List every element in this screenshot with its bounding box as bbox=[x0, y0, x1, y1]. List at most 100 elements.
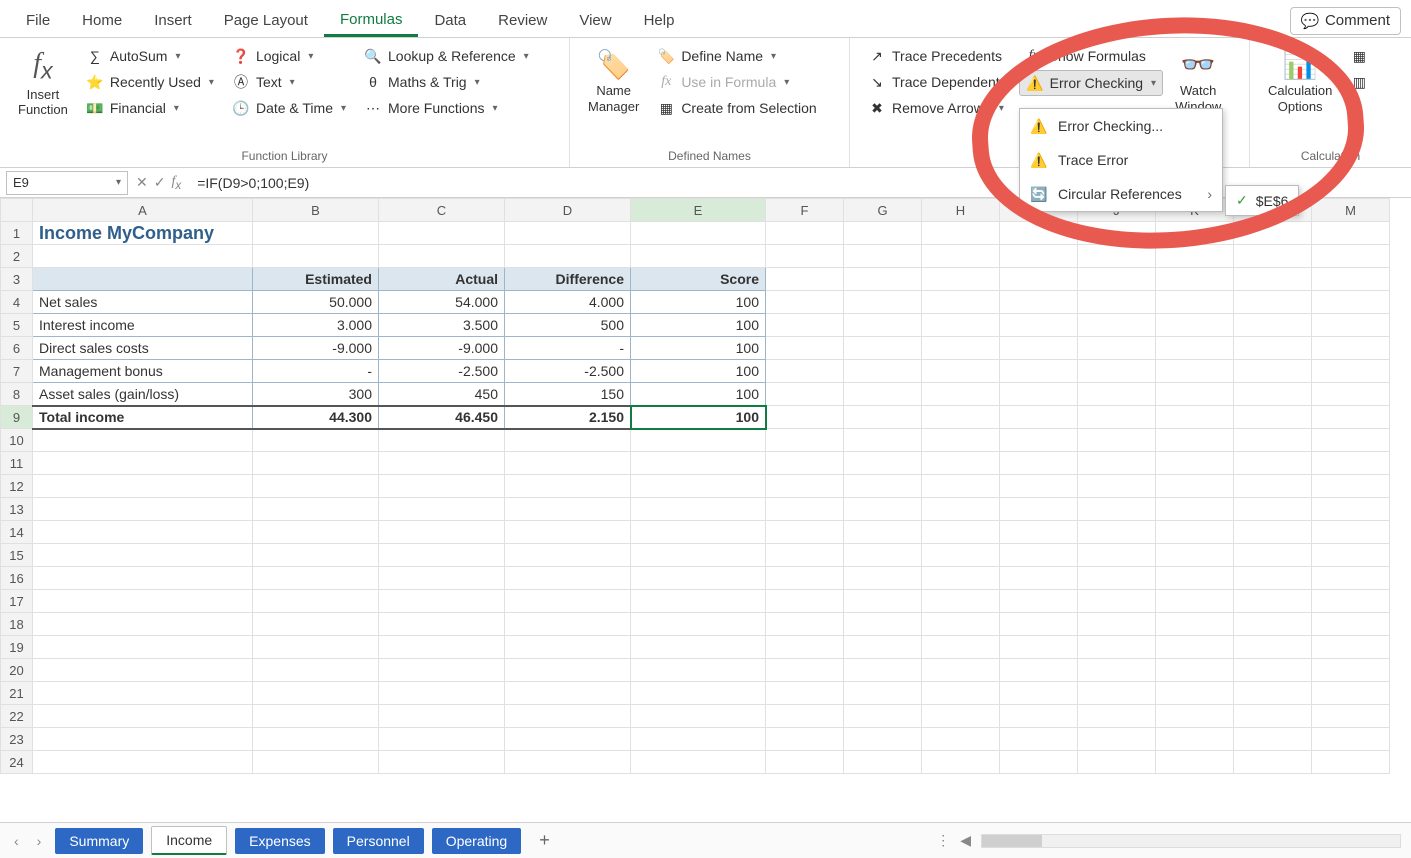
define-name-button[interactable]: 🏷️Define Name▾ bbox=[651, 44, 822, 68]
cell[interactable]: -2.500 bbox=[505, 360, 631, 383]
tab-insert[interactable]: Insert bbox=[138, 6, 208, 35]
col-header-F[interactable]: F bbox=[766, 199, 844, 222]
sheet-tab-personnel[interactable]: Personnel bbox=[333, 828, 424, 854]
sheet-nav-prev[interactable]: ‹ bbox=[10, 833, 23, 849]
tab-page-layout[interactable]: Page Layout bbox=[208, 6, 324, 35]
col-header-B[interactable]: B bbox=[253, 199, 379, 222]
calculation-options-button[interactable]: 📊 Calculation Options bbox=[1262, 44, 1338, 118]
cell[interactable]: 100 bbox=[631, 337, 766, 360]
cancel-icon[interactable]: ✕ bbox=[136, 174, 148, 191]
name-box[interactable]: E9 ▾ bbox=[6, 171, 128, 195]
menu-circular-references[interactable]: 🔄Circular References› bbox=[1020, 177, 1222, 211]
col-header-A[interactable]: A bbox=[33, 199, 253, 222]
row-header[interactable]: 12 bbox=[1, 475, 33, 498]
cell[interactable]: - bbox=[505, 337, 631, 360]
cell[interactable]: 100 bbox=[631, 314, 766, 337]
cell[interactable]: 2.150 bbox=[505, 406, 631, 429]
cell[interactable]: Score bbox=[631, 268, 766, 291]
cell[interactable]: 450 bbox=[379, 383, 505, 406]
sheet-tab-summary[interactable]: Summary bbox=[55, 828, 143, 854]
fx-icon[interactable]: fx bbox=[171, 174, 181, 192]
recently-used-button[interactable]: ⭐Recently Used▾ bbox=[80, 70, 220, 94]
cell[interactable]: Actual bbox=[379, 268, 505, 291]
logical-button[interactable]: ❓Logical▾ bbox=[226, 44, 352, 68]
date-time-button[interactable]: 🕒Date & Time▾ bbox=[226, 96, 352, 120]
row-header[interactable]: 9 bbox=[1, 406, 33, 429]
row-header[interactable]: 23 bbox=[1, 728, 33, 751]
row-header[interactable]: 8 bbox=[1, 383, 33, 406]
cell[interactable]: 100 bbox=[631, 360, 766, 383]
col-header-C[interactable]: C bbox=[379, 199, 505, 222]
spreadsheet-grid[interactable]: A B C D E F G H I J K L M 1Income MyComp… bbox=[0, 198, 1411, 822]
horizontal-scrollbar[interactable] bbox=[981, 834, 1401, 848]
tab-help[interactable]: Help bbox=[628, 6, 691, 35]
cell[interactable]: Income MyCompany bbox=[33, 222, 253, 245]
cell[interactable]: 4.000 bbox=[505, 291, 631, 314]
cell[interactable]: 100 bbox=[631, 291, 766, 314]
add-sheet-button[interactable]: + bbox=[529, 830, 560, 851]
cell[interactable]: Estimated bbox=[253, 268, 379, 291]
cell[interactable]: 3.000 bbox=[253, 314, 379, 337]
active-cell[interactable]: 100 bbox=[631, 406, 766, 429]
text-button[interactable]: ⒶText▾ bbox=[226, 70, 352, 94]
row-header[interactable]: 16 bbox=[1, 567, 33, 590]
sheet-options-icon[interactable]: ⋮ bbox=[936, 832, 950, 849]
trace-dependents-button[interactable]: ↘Trace Dependents bbox=[862, 70, 1013, 94]
cell[interactable]: Management bonus bbox=[33, 360, 253, 383]
row-header[interactable]: 3 bbox=[1, 268, 33, 291]
row-header[interactable]: 2 bbox=[1, 245, 33, 268]
cell[interactable]: 46.450 bbox=[379, 406, 505, 429]
financial-button[interactable]: 💵Financial▾ bbox=[80, 96, 220, 120]
row-header[interactable]: 15 bbox=[1, 544, 33, 567]
tab-review[interactable]: Review bbox=[482, 6, 563, 35]
more-functions-button[interactable]: ⋯More Functions▾ bbox=[358, 96, 535, 120]
row-header[interactable]: 14 bbox=[1, 521, 33, 544]
cell[interactable]: Difference bbox=[505, 268, 631, 291]
row-header[interactable]: 10 bbox=[1, 429, 33, 452]
col-header-G[interactable]: G bbox=[844, 199, 922, 222]
row-header[interactable]: 18 bbox=[1, 613, 33, 636]
cell[interactable]: 44.300 bbox=[253, 406, 379, 429]
cell[interactable]: 50.000 bbox=[253, 291, 379, 314]
remove-arrows-button[interactable]: ✖Remove Arrows▾ bbox=[862, 96, 1013, 120]
insert-function-button[interactable]: fx Insert Function bbox=[12, 44, 74, 122]
row-header[interactable]: 4 bbox=[1, 291, 33, 314]
cell[interactable]: Interest income bbox=[33, 314, 253, 337]
tab-formulas[interactable]: Formulas bbox=[324, 5, 419, 37]
cell[interactable]: -9.000 bbox=[253, 337, 379, 360]
cell[interactable]: Asset sales (gain/loss) bbox=[33, 383, 253, 406]
row-header[interactable]: 20 bbox=[1, 659, 33, 682]
trace-precedents-button[interactable]: ↗Trace Precedents bbox=[862, 44, 1013, 68]
cell[interactable]: Net sales bbox=[33, 291, 253, 314]
autosum-button[interactable]: ∑AutoSum▾ bbox=[80, 44, 220, 68]
comment-button[interactable]: 💬 Comment bbox=[1290, 7, 1401, 35]
error-checking-button[interactable]: ⚠️Error Checking▾ bbox=[1019, 70, 1163, 96]
cell[interactable]: 3.500 bbox=[379, 314, 505, 337]
row-header[interactable]: 5 bbox=[1, 314, 33, 337]
create-from-selection-button[interactable]: ▦Create from Selection bbox=[651, 96, 822, 120]
row-header[interactable]: 24 bbox=[1, 751, 33, 774]
row-header[interactable]: 21 bbox=[1, 682, 33, 705]
cell[interactable]: Total income bbox=[33, 406, 253, 429]
tab-data[interactable]: Data bbox=[418, 6, 482, 35]
row-header[interactable]: 13 bbox=[1, 498, 33, 521]
row-header[interactable]: 17 bbox=[1, 590, 33, 613]
col-header-E[interactable]: E bbox=[631, 199, 766, 222]
cell[interactable]: -9.000 bbox=[379, 337, 505, 360]
col-header-H[interactable]: H bbox=[922, 199, 1000, 222]
sheet-tab-income[interactable]: Income bbox=[151, 826, 227, 855]
maths-trig-button[interactable]: θMaths & Trig▾ bbox=[358, 70, 535, 94]
cell[interactable]: 54.000 bbox=[379, 291, 505, 314]
row-header[interactable]: 6 bbox=[1, 337, 33, 360]
scroll-left-icon[interactable]: ◀ bbox=[960, 832, 971, 849]
tab-file[interactable]: File bbox=[10, 6, 66, 35]
show-formulas-button[interactable]: fxShow Formulas bbox=[1019, 44, 1163, 68]
col-header-D[interactable]: D bbox=[505, 199, 631, 222]
cell[interactable] bbox=[33, 268, 253, 291]
lookup-reference-button[interactable]: 🔍Lookup & Reference▾ bbox=[358, 44, 535, 68]
cell[interactable]: - bbox=[253, 360, 379, 383]
sheet-tab-expenses[interactable]: Expenses bbox=[235, 828, 324, 854]
row-header[interactable]: 19 bbox=[1, 636, 33, 659]
cell[interactable]: 150 bbox=[505, 383, 631, 406]
row-header[interactable]: 11 bbox=[1, 452, 33, 475]
